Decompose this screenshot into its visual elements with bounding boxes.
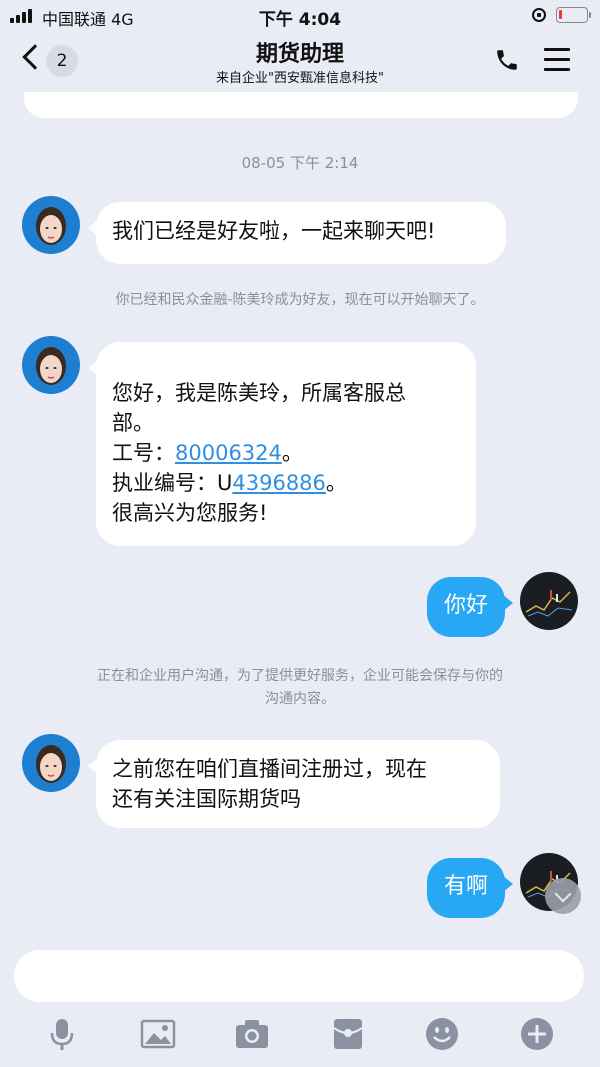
system-notice-line: 沟通内容。 — [265, 691, 335, 707]
message-line: 工号：80006324。 — [112, 438, 460, 468]
clock: 下午 4:04 — [258, 10, 342, 30]
message-line: 执业编号：U4396886。 — [112, 468, 460, 498]
punctuation: 。 — [281, 441, 303, 465]
system-notice-line: 正在和企业用户沟通，为了提供更好服务，企业可能会保存与你的 — [97, 668, 503, 684]
message-bubble[interactable]: 您好，我是陈美玲，所属客服总 部。 工号：80006324。 执业编号：U439… — [88, 342, 476, 546]
message-timestamp: 08-05 下午 2:14 — [241, 154, 359, 172]
contact-avatar[interactable] — [22, 734, 80, 792]
message-list[interactable]: 08-05 下午 2:14 我们已经是好友啦，一起来聊天吧! 你已经和民众金融-… — [0, 92, 600, 938]
previous-message-bubble — [24, 92, 578, 118]
message-line: 还有关注国际期货吗 — [112, 787, 301, 811]
message-line: 部。 — [112, 411, 154, 435]
license-label: 执业编号：U — [112, 471, 233, 495]
punctuation: 。 — [325, 471, 347, 495]
battery-icon — [556, 7, 591, 23]
red-packet-icon[interactable] — [330, 1016, 366, 1052]
status-bar: 中国联通 4G 下午 4:04 — [0, 0, 600, 32]
camera-icon[interactable] — [234, 1016, 270, 1052]
composer — [0, 938, 600, 1067]
contact-avatar[interactable] — [22, 196, 80, 254]
plus-icon[interactable] — [519, 1016, 555, 1052]
emoji-icon[interactable] — [424, 1016, 460, 1052]
message-input[interactable] — [14, 950, 584, 1002]
my-message-bubble[interactable]: 有啊 — [427, 858, 513, 918]
phone-icon[interactable] — [494, 47, 520, 73]
message-line: 您好，我是陈美玲，所属客服总 — [112, 381, 406, 405]
message-bubble[interactable]: 之前您在咱们直播间注册过，现在 还有关注国际期货吗 — [88, 740, 500, 828]
system-notice: 正在和企业用户沟通，为了提供更好服务，企业可能会保存与你的 沟通内容。 — [30, 665, 570, 711]
my-avatar[interactable] — [520, 572, 578, 630]
menu-icon[interactable] — [544, 48, 570, 72]
employee-id-link[interactable]: 80006324 — [175, 441, 282, 465]
microphone-icon[interactable] — [44, 1016, 80, 1052]
my-message-bubble[interactable]: 你好 — [427, 577, 513, 637]
contact-avatar[interactable] — [22, 336, 80, 394]
scroll-down-icon[interactable] — [545, 878, 581, 914]
orientation-lock-icon — [532, 8, 546, 22]
message-line: 很高兴为您服务! — [112, 501, 268, 525]
image-icon[interactable] — [140, 1016, 176, 1052]
employee-id-label: 工号： — [112, 441, 175, 465]
message-line: 之前您在咱们直播间注册过，现在 — [112, 757, 427, 781]
chat-header: 2 期货助理 来自企业"西安甄准信息科技" — [0, 32, 600, 92]
system-notice: 你已经和民众金融-陈美玲成为好友，现在可以开始聊天了。 — [115, 292, 485, 308]
license-number-link[interactable]: 4396886 — [232, 471, 326, 495]
message-bubble[interactable]: 我们已经是好友啦，一起来聊天吧! — [88, 202, 506, 264]
